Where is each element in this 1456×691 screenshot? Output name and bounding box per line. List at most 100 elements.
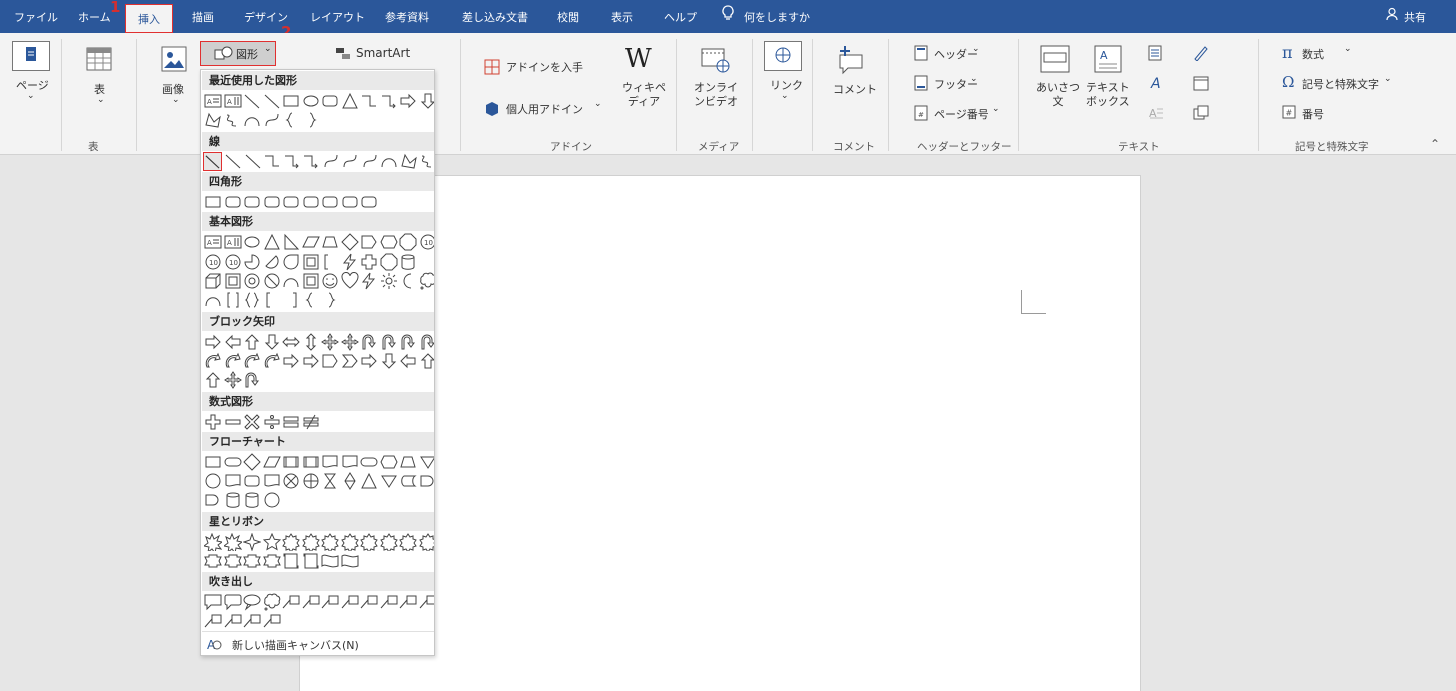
shape-wave-icon[interactable] xyxy=(321,552,339,570)
shape-circle-icon[interactable] xyxy=(263,491,281,509)
shape-flowdoc-icon[interactable] xyxy=(263,472,281,490)
shape-nosym-icon[interactable] xyxy=(263,272,281,290)
tab-file[interactable]: ファイル xyxy=(14,0,58,33)
shape-elbowarr-icon[interactable] xyxy=(283,152,301,170)
shape-uturn-icon[interactable] xyxy=(399,333,417,351)
shape-plus-icon[interactable] xyxy=(204,413,222,431)
shape-callov-icon[interactable] xyxy=(243,593,261,611)
shape-div-icon[interactable] xyxy=(263,413,281,431)
shape-flowor-icon[interactable] xyxy=(302,472,320,490)
shape-callline-icon[interactable] xyxy=(302,593,320,611)
shape-elbow-icon[interactable] xyxy=(360,92,378,110)
shape-heart-icon[interactable] xyxy=(340,272,359,290)
shape-callcl-icon[interactable] xyxy=(263,593,281,611)
shape-rbracket-icon[interactable] xyxy=(282,291,300,309)
shape-num-icon[interactable]: 10 xyxy=(224,253,242,271)
number-button-label[interactable]: 番号 xyxy=(1302,106,1324,122)
online-video-icon[interactable] xyxy=(701,46,731,77)
shape-flowdoc-icon[interactable] xyxy=(341,453,359,471)
shape-flowdoc-icon[interactable] xyxy=(321,453,339,471)
shape-moon-icon[interactable] xyxy=(399,272,417,290)
shape-can-icon[interactable] xyxy=(243,491,261,509)
tab-home[interactable]: ホーム xyxy=(78,0,111,33)
smartart-icon[interactable] xyxy=(336,48,352,63)
shape-chevron-icon[interactable] xyxy=(341,352,359,370)
shape-elbow-icon[interactable] xyxy=(263,152,281,170)
shape-rarrow-icon[interactable] xyxy=(302,352,320,370)
shape-uarrow-icon[interactable] xyxy=(419,352,434,370)
shape-can-icon[interactable] xyxy=(399,253,417,271)
shape-callline-icon[interactable] xyxy=(399,593,417,611)
shape-cube-icon[interactable] xyxy=(204,272,222,290)
shape-callline-icon[interactable] xyxy=(419,593,434,611)
shape-scribble-icon[interactable] xyxy=(419,152,434,170)
shape-callline-icon[interactable] xyxy=(360,593,378,611)
link-button[interactable] xyxy=(764,41,802,71)
tab-view[interactable]: 表示 xyxy=(611,0,633,33)
shape-scroll-icon[interactable] xyxy=(282,552,300,570)
shape-frame-icon[interactable] xyxy=(302,272,320,290)
tab-references[interactable]: 参考資料 xyxy=(385,0,429,33)
shape-arc-icon[interactable] xyxy=(204,291,222,309)
textbox-icon[interactable]: A xyxy=(1094,45,1122,76)
shape-tri-icon[interactable] xyxy=(341,92,359,110)
shape-curve-icon[interactable] xyxy=(322,152,340,170)
shape-delay-icon[interactable] xyxy=(419,472,435,490)
shape-elbowarr-icon[interactable] xyxy=(302,152,320,170)
shape-frame-icon[interactable] xyxy=(224,272,242,290)
shape-callline-icon[interactable] xyxy=(282,593,300,611)
shape-uturn-icon[interactable] xyxy=(360,333,378,351)
shape-brace-icon[interactable] xyxy=(282,111,300,129)
shape-notequal-icon[interactable] xyxy=(302,413,320,431)
shape-line-icon[interactable] xyxy=(224,152,242,170)
shape-darrow-icon[interactable] xyxy=(263,333,281,351)
shape-uarrow-icon[interactable] xyxy=(204,371,222,389)
shape-brace-icon[interactable] xyxy=(302,291,320,309)
store-icon[interactable] xyxy=(484,59,500,78)
shape-mult-icon[interactable] xyxy=(243,413,261,431)
shape-rbrace-icon[interactable] xyxy=(302,111,320,129)
shape-banner-icon[interactable] xyxy=(243,552,261,570)
shape-bracket-icon[interactable] xyxy=(321,253,339,271)
tab-review[interactable]: 校閲 xyxy=(557,0,579,33)
shape-donut-icon[interactable] xyxy=(243,272,261,290)
shape-banner-icon[interactable] xyxy=(223,552,242,570)
shape-dbracket-icon[interactable] xyxy=(224,291,242,309)
shape-chord-icon[interactable] xyxy=(263,253,281,271)
line-shape-selected[interactable] xyxy=(203,152,222,171)
shape-hexagon-icon[interactable] xyxy=(379,233,398,251)
shape-rect-icon[interactable] xyxy=(204,453,222,471)
equation-button-label[interactable]: 数式 xyxy=(1302,46,1324,62)
shape-curvedarrow-icon[interactable] xyxy=(204,352,222,370)
shape-rect-icon[interactable] xyxy=(282,92,300,110)
footer-icon[interactable] xyxy=(914,75,928,94)
shape-frame-icon[interactable] xyxy=(302,253,320,271)
shape-seal-icon[interactable] xyxy=(321,533,339,551)
drop-cap-icon[interactable]: A xyxy=(1148,105,1164,124)
tell-me-search[interactable]: 何をしますか xyxy=(722,0,810,33)
shape-pentagon-icon[interactable] xyxy=(360,233,378,251)
shape-sort-icon[interactable] xyxy=(341,472,359,490)
shape-scroll-icon[interactable] xyxy=(302,552,320,570)
share-button[interactable]: 共有 xyxy=(1386,0,1426,33)
wikipedia-label[interactable]: ウィキペ ディア xyxy=(622,81,666,109)
shape-curve-icon[interactable] xyxy=(263,111,281,129)
shape-star5-icon[interactable] xyxy=(262,533,281,551)
shape-rtri-icon[interactable] xyxy=(282,233,300,251)
shape-quad-icon[interactable] xyxy=(340,333,359,351)
symbol-button-label[interactable]: 記号と特殊文字 xyxy=(1302,76,1379,92)
shape-teardrop-icon[interactable] xyxy=(282,253,300,271)
shape-rbrace-icon[interactable] xyxy=(321,291,339,309)
shape-para-icon[interactable] xyxy=(301,233,320,251)
online-video-label[interactable]: オンライ ンビデオ xyxy=(694,81,738,109)
shape-uturn-icon[interactable] xyxy=(419,333,434,351)
textbox-label[interactable]: テキスト ボックス xyxy=(1086,81,1130,109)
shape-oval-icon[interactable] xyxy=(302,92,320,110)
shape-seal-icon[interactable] xyxy=(340,533,359,551)
shape-callline-icon[interactable] xyxy=(321,593,339,611)
get-addins-label[interactable]: アドインを入手 xyxy=(506,59,583,75)
shape-curve-icon[interactable] xyxy=(341,152,359,170)
shape-seal-icon[interactable] xyxy=(360,533,378,551)
object-icon[interactable] xyxy=(1193,105,1209,124)
collapse-ribbon-icon[interactable]: ⌃ xyxy=(1430,137,1440,151)
